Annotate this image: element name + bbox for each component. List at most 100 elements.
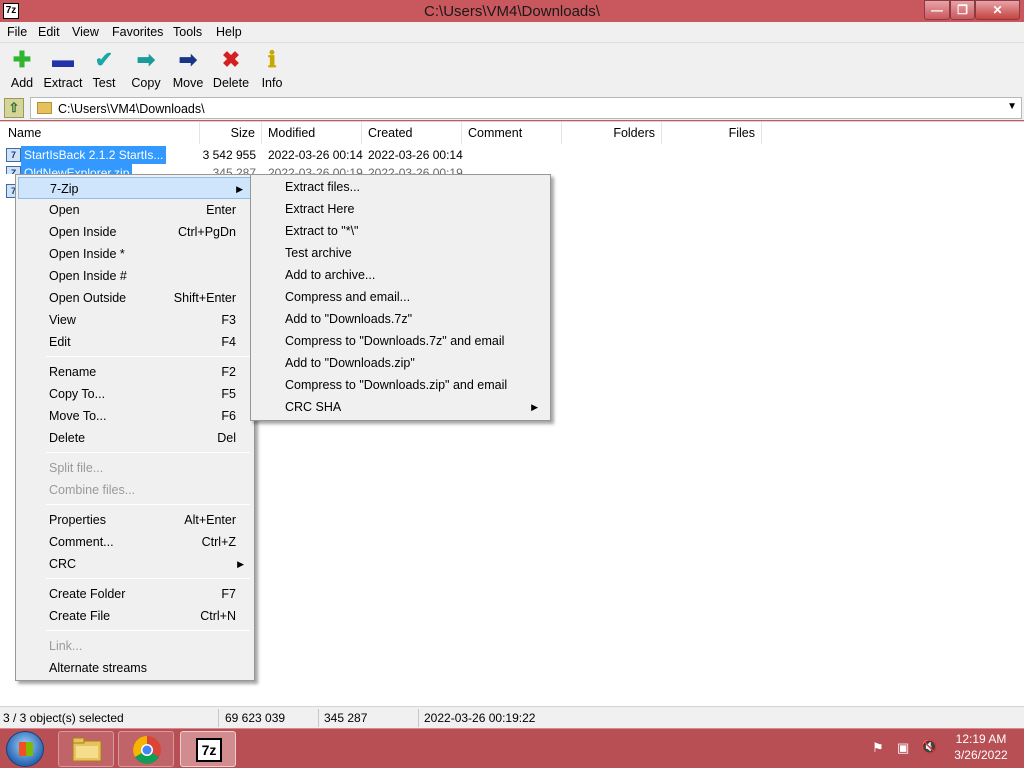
minimize-button[interactable]: — bbox=[924, 0, 950, 20]
menu-item-label: Add to "Downloads.7z" bbox=[285, 312, 413, 326]
restore-button[interactable]: ❐ bbox=[950, 0, 975, 20]
table-row[interactable]: Z OldNewExplorer.zip 345 287 2022-03-26 … bbox=[0, 164, 1024, 174]
menu-item-label: Test archive bbox=[285, 246, 352, 260]
menu-edit[interactable]: Edit bbox=[38, 25, 60, 39]
menu-item-label: Compress to "Downloads.zip" and email bbox=[285, 378, 508, 392]
context-menu-item-open-inside[interactable]: Open Inside # bbox=[18, 265, 252, 287]
submenu-item-test-archive[interactable]: Test archive bbox=[253, 242, 548, 264]
menu-favorites[interactable]: Favorites bbox=[112, 25, 163, 39]
file-created: 2022-03-26 00:14 bbox=[368, 148, 463, 162]
column-size[interactable]: Size bbox=[200, 122, 262, 144]
menu-item-shortcut: Shift+Enter bbox=[173, 291, 236, 305]
submenu-item-add-to-downloads-zip[interactable]: Add to "Downloads.zip" bbox=[253, 352, 548, 374]
add-button[interactable]: ✚ Add bbox=[0, 46, 44, 92]
context-menu-item-comment[interactable]: Comment... Ctrl+Z bbox=[18, 531, 252, 553]
copy-arrow-icon: ➡ bbox=[136, 47, 156, 72]
close-button[interactable]: ✕ bbox=[975, 0, 1020, 20]
clock[interactable]: 12:19 AM 3/26/2022 bbox=[948, 732, 1014, 762]
file-created: 2022-03-26 00:19 bbox=[368, 166, 463, 174]
taskbar-chrome[interactable] bbox=[118, 731, 174, 767]
menu-separator bbox=[46, 630, 250, 631]
toolbar: ✚ Add ▬ Extract ✔ Test ➡ Copy ➡ Move ✖ D… bbox=[0, 43, 1024, 96]
menu-item-label: Create Folder bbox=[49, 587, 126, 601]
menu-item-label: Combine files... bbox=[49, 483, 136, 497]
status-bar: 3 / 3 object(s) selected 69 623 039 345 … bbox=[0, 706, 1024, 728]
test-button[interactable]: ✔ Test bbox=[82, 46, 126, 92]
submenu-item-extract-here[interactable]: Extract Here bbox=[253, 198, 548, 220]
menu-item-label: Add to "Downloads.zip" bbox=[285, 356, 415, 370]
context-menu-item-open-outside[interactable]: Open Outside Shift+Enter bbox=[18, 287, 252, 309]
info-label: Info bbox=[261, 76, 283, 90]
address-field[interactable]: C:\Users\VM4\Downloads\ ▼ bbox=[30, 97, 1022, 119]
menu-item-label: Open bbox=[49, 203, 80, 217]
submenu-item-crc-sha[interactable]: CRC SHA ▶ bbox=[253, 396, 548, 418]
submenu-item-compress-to-downloads-7z-and-email[interactable]: Compress to "Downloads.7z" and email bbox=[253, 330, 548, 352]
context-menu-item-delete[interactable]: Delete Del bbox=[18, 427, 252, 449]
dropdown-arrow-icon[interactable]: ▼ bbox=[1007, 101, 1017, 112]
context-menu-item-rename[interactable]: Rename F2 bbox=[18, 361, 252, 383]
context-menu-item-edit[interactable]: Edit F4 bbox=[18, 331, 252, 353]
delete-button[interactable]: ✖ Delete bbox=[209, 46, 253, 92]
menu-tools[interactable]: Tools bbox=[173, 25, 202, 39]
context-menu-item-create-folder[interactable]: Create Folder F7 bbox=[18, 583, 252, 605]
context-menu-item-open-inside[interactable]: Open Inside * bbox=[18, 243, 252, 265]
menu-item-shortcut: Del bbox=[217, 431, 236, 445]
submenu-item-compress-and-email[interactable]: Compress and email... bbox=[253, 286, 548, 308]
submenu-item-add-to-archive[interactable]: Add to archive... bbox=[253, 264, 548, 286]
context-menu-item-create-file[interactable]: Create File Ctrl+N bbox=[18, 605, 252, 627]
clock-time: 12:19 AM bbox=[955, 732, 1007, 746]
context-menu-item-move-to[interactable]: Move To... F6 bbox=[18, 405, 252, 427]
restore-icon: ❐ bbox=[957, 3, 968, 17]
menu-item-label: Open Inside # bbox=[49, 269, 127, 283]
context-menu-item-crc[interactable]: CRC ▶ bbox=[18, 553, 252, 575]
address-path: C:\Users\VM4\Downloads\ bbox=[58, 102, 205, 116]
column-created[interactable]: Created bbox=[362, 122, 462, 144]
menu-item-label: 7-Zip bbox=[50, 182, 79, 196]
status-divider bbox=[218, 709, 219, 727]
menu-item-label: Compress to "Downloads.7z" and email bbox=[285, 334, 505, 348]
table-row[interactable]: 7 StartIsBack 2.1.2 StartIs... 3 542 955… bbox=[0, 146, 1024, 164]
menu-item-label: Alternate streams bbox=[49, 661, 147, 675]
taskbar-file-explorer[interactable] bbox=[58, 731, 114, 767]
info-button[interactable]: ℹ Info bbox=[250, 46, 294, 92]
volume-muted-icon[interactable]: 🔇 bbox=[921, 739, 937, 755]
menu-item-label: Properties bbox=[49, 513, 106, 527]
taskbar-7zip[interactable]: 7z bbox=[180, 731, 236, 767]
submenu-item-extract-files[interactable]: Extract files... bbox=[253, 176, 548, 198]
info-icon: ℹ bbox=[267, 47, 277, 72]
status-total-size: 69 623 039 bbox=[225, 711, 286, 725]
menu-help[interactable]: Help bbox=[216, 25, 242, 39]
file-modified: 2022-03-26 00:19 bbox=[268, 166, 363, 174]
submenu-item-compress-to-downloads-zip-and-email[interactable]: Compress to "Downloads.zip" and email bbox=[253, 374, 548, 396]
menu-item-label: CRC bbox=[49, 557, 77, 571]
file-explorer-icon bbox=[72, 737, 102, 762]
menu-view[interactable]: View bbox=[72, 25, 99, 39]
start-button[interactable] bbox=[6, 731, 44, 767]
menu-separator bbox=[46, 578, 250, 579]
column-modified[interactable]: Modified bbox=[262, 122, 362, 144]
context-menu-item-open[interactable]: Open Enter bbox=[18, 199, 252, 221]
action-center-flag-icon[interactable]: ⚑ bbox=[872, 740, 884, 756]
menu-item-label: Open Inside * bbox=[49, 247, 125, 261]
context-menu: 7-Zip ▶ Open Enter Open Inside Ctrl+PgDn Open … bbox=[15, 174, 255, 681]
submenu-item-extract-to[interactable]: Extract to "*\" bbox=[253, 220, 548, 242]
move-button[interactable]: ➡ Move bbox=[166, 46, 210, 92]
column-files[interactable]: Files bbox=[662, 122, 762, 144]
copy-button[interactable]: ➡ Copy bbox=[124, 46, 168, 92]
column-comment[interactable]: Comment bbox=[462, 122, 562, 144]
submenu-item-add-to-downloads-7z[interactable]: Add to "Downloads.7z" bbox=[253, 308, 548, 330]
network-icon[interactable]: ▣ bbox=[897, 740, 909, 756]
context-menu-item-7-zip[interactable]: 7-Zip ▶ bbox=[18, 177, 252, 199]
folder-up-button[interactable]: ⇧ bbox=[4, 98, 24, 118]
context-menu-item-view[interactable]: View F3 bbox=[18, 309, 252, 331]
context-menu-item-copy-to[interactable]: Copy To... F5 bbox=[18, 383, 252, 405]
context-menu-item-open-inside[interactable]: Open Inside Ctrl+PgDn bbox=[18, 221, 252, 243]
close-icon: ✕ bbox=[992, 3, 1003, 17]
context-menu-item-properties[interactable]: Properties Alt+Enter bbox=[18, 509, 252, 531]
7zip-submenu: Extract files... Extract Here Extract to "… bbox=[250, 174, 551, 421]
column-name[interactable]: Name bbox=[0, 122, 200, 144]
menu-file[interactable]: File bbox=[7, 25, 27, 39]
column-folders[interactable]: Folders bbox=[562, 122, 662, 144]
extract-button[interactable]: ▬ Extract bbox=[41, 46, 85, 92]
context-menu-item-alternate-streams[interactable]: Alternate streams bbox=[18, 657, 252, 679]
